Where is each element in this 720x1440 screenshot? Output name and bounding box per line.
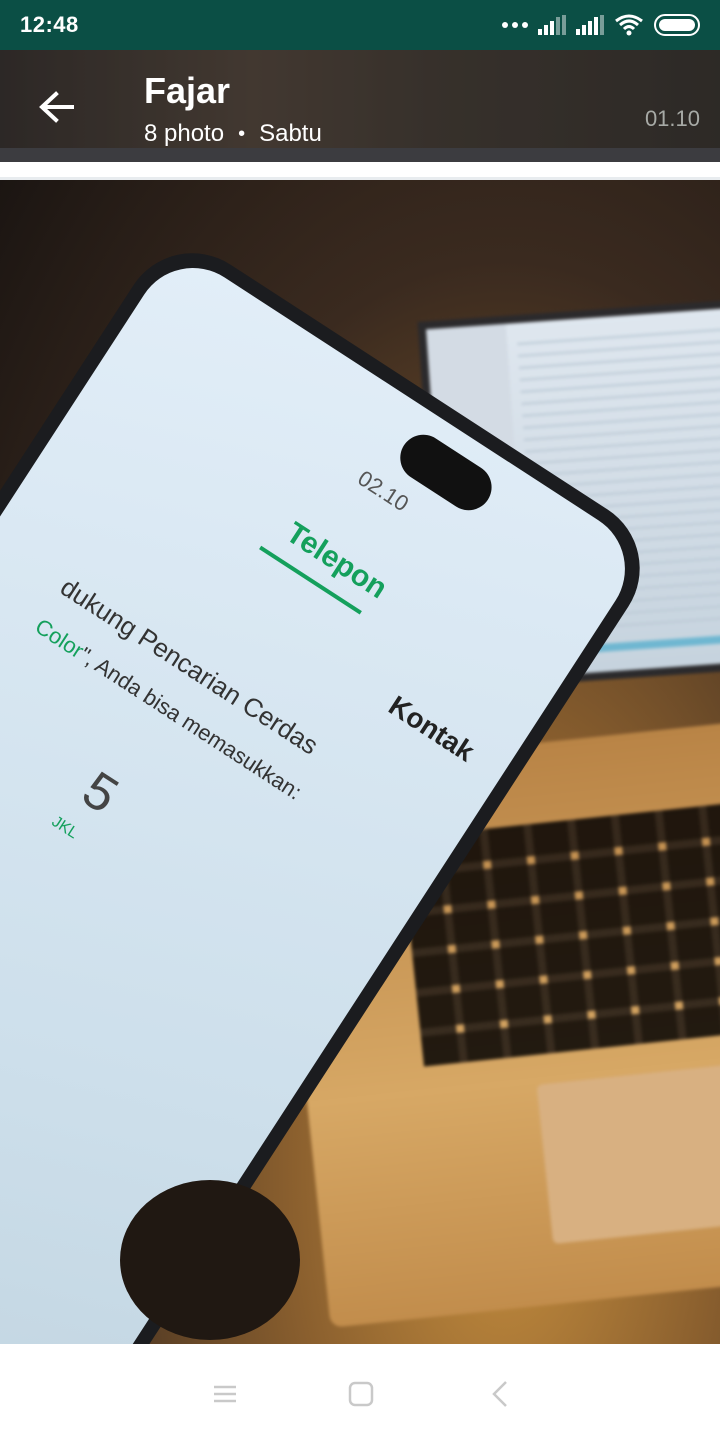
phone-digit: 5 [72, 760, 129, 826]
status-bar: 12:48 [0, 0, 720, 50]
status-icons [502, 10, 700, 40]
photo-time: 01.10 [644, 106, 700, 131]
back-button[interactable] [26, 78, 86, 138]
camera-cutout [391, 425, 501, 520]
photo-count: 8 photo [144, 120, 225, 147]
hand [120, 1180, 300, 1340]
photo-image[interactable]: 02.10 Telepon Kontak dukung Pencarian Ce… [0, 180, 720, 1344]
navigation-bar [0, 1344, 720, 1440]
signal-icon [538, 15, 566, 35]
battery-icon [654, 14, 700, 36]
home-button[interactable] [341, 1374, 381, 1414]
nav-back-button[interactable] [480, 1374, 520, 1414]
recent-apps-button[interactable] [205, 1374, 245, 1414]
arrow-left-icon [39, 91, 74, 123]
trackpad [536, 1057, 720, 1245]
menu-icon [214, 1385, 236, 1403]
phone-tab-telepon: Telepon [280, 516, 393, 606]
photo-day: Sabtu [259, 120, 322, 147]
phone-time: 02.10 [353, 465, 414, 517]
photo-viewer-toolbar: Fajar 8 photo • Sabtu 01.10 [0, 50, 720, 162]
phone-digit-letters: JKL [48, 813, 81, 843]
contact-name: Fajar [144, 70, 231, 111]
more-dots-icon [502, 22, 528, 28]
phone-tab-kontak: Kontak [383, 689, 480, 768]
photo-subtitle: 8 photo • Sabtu [144, 120, 322, 148]
signal-icon [576, 15, 604, 35]
wifi-icon [615, 14, 643, 36]
back-chevron-icon [492, 1381, 507, 1407]
status-time: 12:48 [20, 12, 79, 37]
home-square-icon [348, 1381, 374, 1407]
separator-dot: • [238, 122, 246, 145]
divider [0, 162, 720, 180]
